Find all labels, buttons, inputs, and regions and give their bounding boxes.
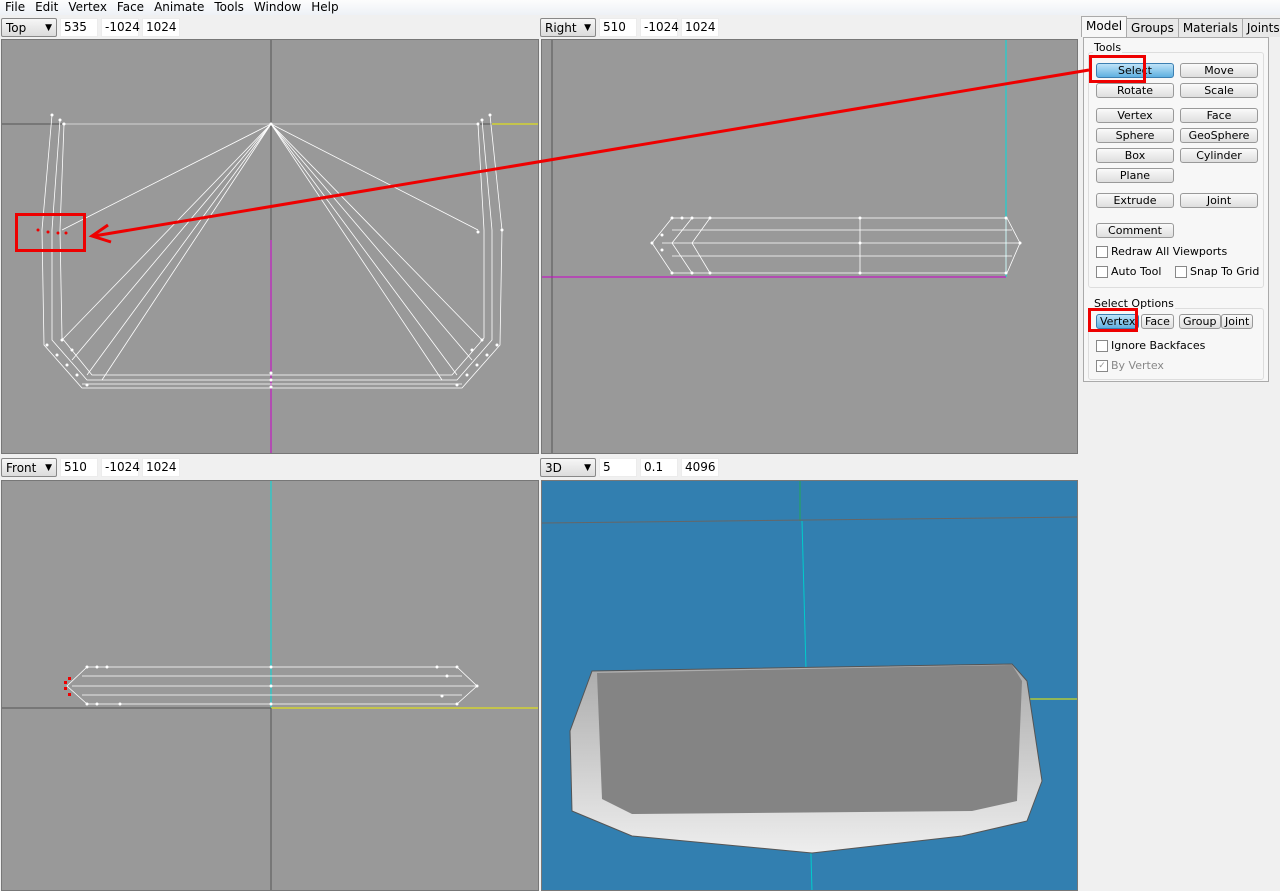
annotation-arrow-icon xyxy=(88,68,1090,244)
